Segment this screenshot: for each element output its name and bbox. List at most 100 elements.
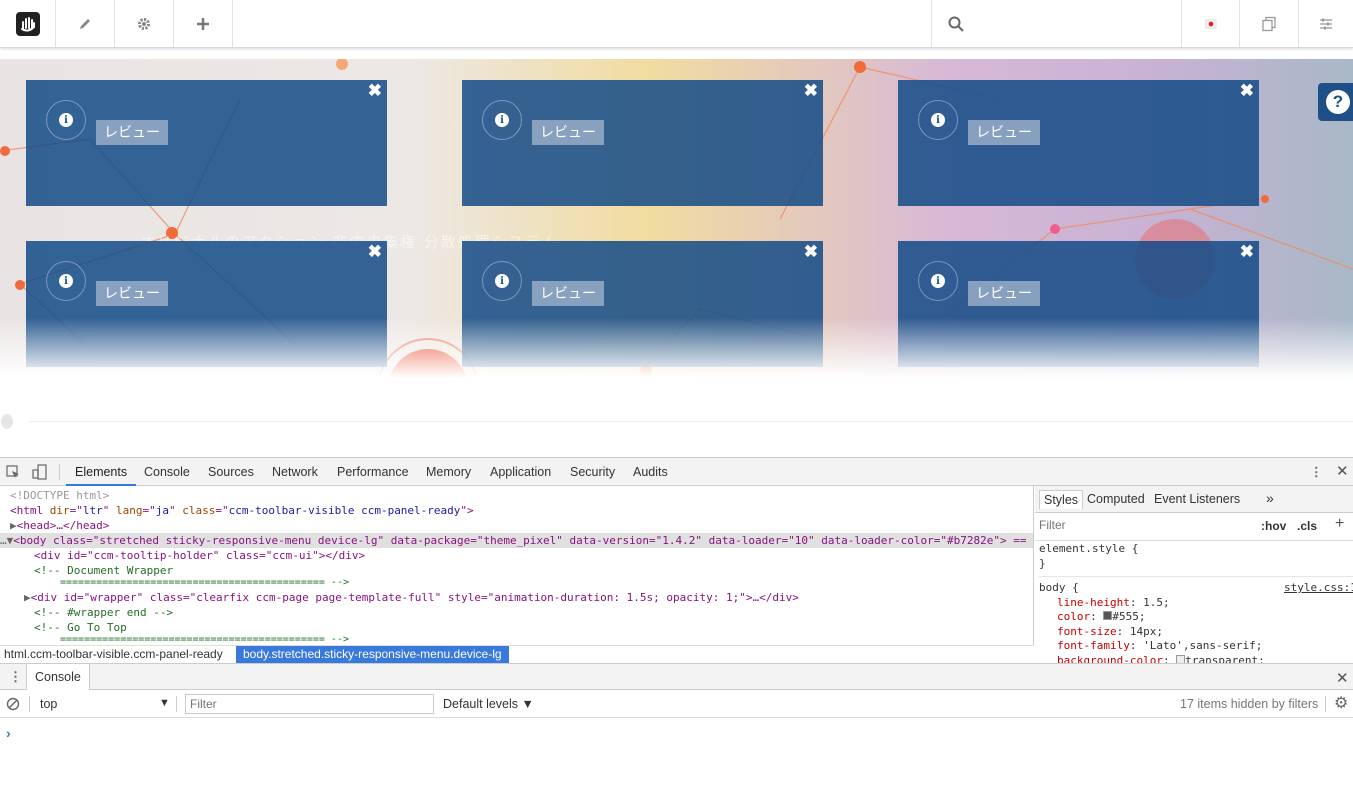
html-line[interactable]: <html dir="ltr" lang="ja" class="ccm-too… — [10, 503, 474, 518]
new-rule-button[interactable]: + — [1335, 515, 1344, 533]
tab-elements[interactable]: Elements — [66, 458, 137, 486]
tab-performance[interactable]: Performance — [337, 458, 409, 486]
help-button[interactable]: ? — [1318, 83, 1353, 121]
style-prop[interactable]: line-height: 1.5; — [1039, 596, 1353, 611]
devtools-tabbar: Elements Console Sources Network Perform… — [0, 458, 1353, 486]
red-dot-icon — [1205, 19, 1216, 28]
settings-button[interactable] — [115, 0, 174, 47]
search-area[interactable] — [931, 0, 1181, 47]
info-button[interactable]: i — [46, 261, 86, 301]
cms-toolbar — [0, 0, 1353, 48]
close-icon[interactable]: ✖ — [1240, 81, 1254, 101]
console-filter-input[interactable] — [185, 694, 434, 714]
add-button[interactable] — [174, 0, 233, 47]
inspect-icon[interactable] — [6, 465, 20, 479]
tab-computed[interactable]: Computed — [1087, 492, 1145, 506]
clear-console-icon[interactable] — [6, 697, 20, 711]
tab-memory[interactable]: Memory — [426, 458, 471, 486]
review-label[interactable]: レビュー — [532, 281, 604, 306]
hidden-items-count: 17 items hidden by filters — [1180, 697, 1319, 711]
tab-security[interactable]: Security — [570, 458, 615, 486]
breadcrumb-item-body[interactable]: body.stretched.sticky-responsive-menu.de… — [236, 646, 509, 663]
close-icon[interactable]: ✖ — [804, 242, 818, 262]
breadcrumb: html.ccm-toolbar-visible.ccm-panel-ready… — [0, 645, 1034, 663]
more-options-icon[interactable]: ⋮ — [1310, 458, 1323, 486]
context-select[interactable]: top — [40, 697, 57, 711]
element-style-rule[interactable]: element.style { — [1039, 542, 1353, 557]
status-button[interactable] — [1181, 0, 1240, 47]
panel-button[interactable] — [1299, 0, 1353, 47]
tab-network[interactable]: Network — [272, 458, 318, 486]
tab-console[interactable]: Console — [144, 458, 190, 486]
info-icon: i — [931, 113, 945, 127]
styles-filter-input[interactable] — [1039, 518, 1239, 532]
close-icon[interactable]: ✖ — [804, 81, 818, 101]
review-label[interactable]: レビュー — [968, 281, 1040, 306]
review-panel[interactable]: ✖ i レビュー — [898, 80, 1259, 206]
tab-application[interactable]: Application — [490, 458, 551, 486]
question-icon: ? — [1326, 90, 1350, 114]
more-tabs-icon[interactable]: » — [1266, 490, 1274, 506]
info-button[interactable]: i — [46, 100, 86, 140]
style-prop[interactable]: font-family: 'Lato',sans-serif; — [1039, 639, 1353, 654]
review-panel[interactable]: ✖ i レビュー — [462, 80, 823, 206]
info-button[interactable]: i — [482, 261, 522, 301]
slider-dot[interactable] — [1, 414, 13, 429]
info-icon: i — [59, 113, 73, 127]
sliders-icon — [1320, 18, 1332, 29]
style-prop[interactable]: font-size: 14px; — [1039, 625, 1353, 640]
drawer-tab-console[interactable]: Console — [26, 664, 90, 690]
console-toolbar: top ▼ Default levels ▼ 17 items hidden b… — [0, 690, 1353, 718]
console-prompt[interactable]: › — [6, 725, 11, 741]
tab-sources[interactable]: Sources — [208, 458, 254, 486]
review-label[interactable]: レビュー — [968, 120, 1040, 145]
comment-line[interactable]: ========================================… — [60, 632, 349, 646]
body-line[interactable]: …▼<body class="stretched sticky-responsi… — [0, 533, 1027, 548]
tab-audits[interactable]: Audits — [633, 458, 668, 486]
log-levels-select[interactable]: Default levels ▼ — [443, 697, 534, 711]
wrapper-line[interactable]: ▶<div id="wrapper" class="clearfix ccm-p… — [24, 590, 799, 605]
info-icon: i — [931, 274, 945, 288]
close-devtools-icon[interactable]: ✕ — [1336, 458, 1349, 486]
drawer-menu-icon[interactable]: ⋮ — [9, 669, 22, 685]
elements-tree: <!DOCTYPE html> <html dir="ltr" lang="ja… — [0, 486, 1034, 646]
rule-close: } — [1039, 556, 1046, 570]
breadcrumb-item-html[interactable]: html.ccm-toolbar-visible.ccm-panel-ready — [4, 647, 223, 661]
drawer-header: ⋮ Console ✕ — [0, 664, 1353, 690]
review-label[interactable]: レビュー — [96, 120, 168, 145]
body-selector[interactable]: body { — [1039, 581, 1079, 594]
close-icon[interactable]: ✖ — [1240, 242, 1254, 262]
tooltip-holder-line[interactable]: <div id="ccm-tooltip-holder" class="ccm-… — [34, 548, 365, 563]
info-button[interactable]: i — [482, 100, 522, 140]
pencil-icon — [80, 18, 90, 29]
info-button[interactable]: i — [918, 261, 958, 301]
hover-state-toggle[interactable]: :hov — [1261, 519, 1286, 533]
console-drawer: ⋮ Console ✕ top ▼ Default levels ▼ 17 it… — [0, 663, 1353, 796]
review-label[interactable]: レビュー — [96, 281, 168, 306]
devtools-panel: Elements Console Sources Network Perform… — [0, 457, 1353, 795]
context-select-arrow-icon[interactable]: ▼ — [159, 697, 170, 709]
device-toolbar-icon[interactable] — [32, 464, 48, 480]
logo-button[interactable] — [0, 0, 56, 47]
review-panel[interactable]: ✖ i レビュー — [26, 80, 387, 206]
info-icon: i — [59, 274, 73, 288]
tab-event-listeners[interactable]: Event Listeners — [1154, 492, 1240, 506]
comment-line[interactable]: ========================================… — [60, 575, 349, 590]
console-settings-icon[interactable]: ⚙ — [1334, 693, 1348, 713]
close-icon[interactable]: ✖ — [368, 242, 382, 262]
copy-button[interactable] — [1240, 0, 1299, 47]
gear-icon — [138, 17, 150, 30]
style-source-link[interactable]: style.css:1 — [1284, 581, 1353, 596]
close-icon[interactable]: ✖ — [368, 81, 382, 101]
tab-styles[interactable]: Styles — [1039, 490, 1084, 509]
review-label[interactable]: レビュー — [532, 120, 604, 145]
style-prop[interactable]: background-color: transparent; — [1039, 654, 1353, 663]
comment-line[interactable]: <!-- #wrapper end --> — [34, 605, 173, 620]
style-prop[interactable]: color: #555; — [1039, 610, 1353, 625]
class-toggle[interactable]: .cls — [1297, 519, 1317, 533]
doctype-line[interactable]: <!DOCTYPE html> — [10, 488, 109, 503]
head-line[interactable]: ▶<head>…</head> — [10, 518, 109, 533]
info-button[interactable]: i — [918, 100, 958, 140]
edit-button[interactable] — [56, 0, 115, 47]
close-drawer-icon[interactable]: ✕ — [1336, 669, 1349, 687]
